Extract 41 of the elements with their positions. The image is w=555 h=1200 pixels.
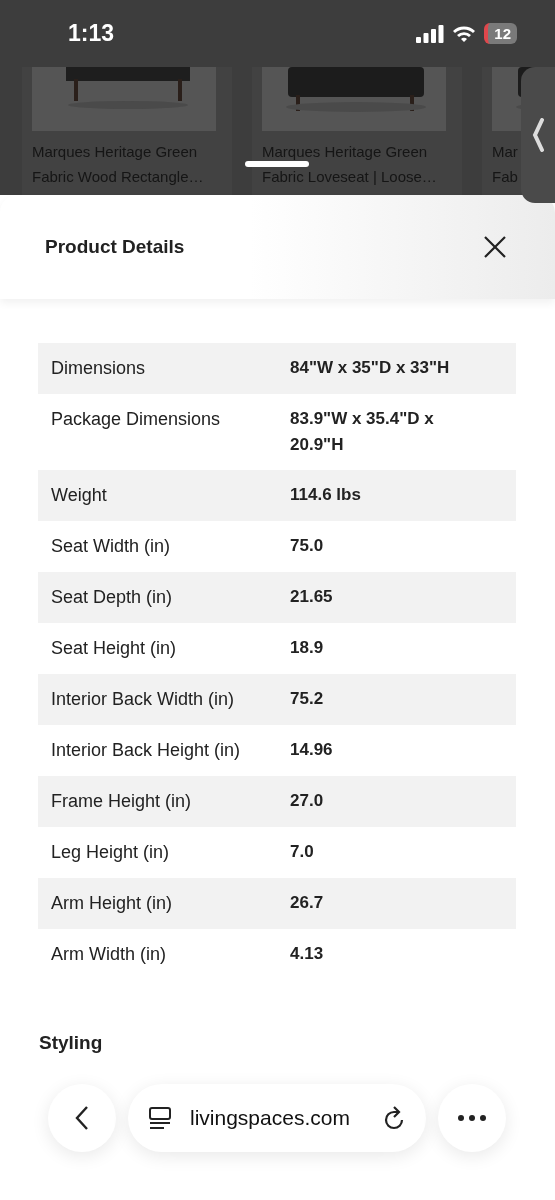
- section-heading: Styling: [39, 1032, 104, 1054]
- detail-value: 14.96: [290, 739, 334, 761]
- reload-button[interactable]: [382, 1105, 406, 1131]
- close-icon: [483, 235, 507, 259]
- detail-label: Arm Width (in): [51, 943, 167, 966]
- detail-value: 75.0: [290, 535, 325, 557]
- detail-label: Seat Width (in): [51, 535, 172, 558]
- chevron-left-icon: [75, 1105, 89, 1131]
- more-icon: [457, 1114, 487, 1122]
- detail-value: 84"W x 35"D x 33"H: [290, 357, 451, 379]
- detail-label: Seat Height (in): [51, 637, 178, 660]
- sheet-title: Product Details: [45, 236, 185, 258]
- close-button[interactable]: [483, 235, 507, 259]
- detail-value: 18.9: [290, 637, 325, 659]
- detail-label: Frame Height (in): [51, 790, 193, 813]
- status-time: 1:13: [68, 20, 115, 47]
- detail-value: 83.9"W x 35.4"D x 20.9"H: [290, 408, 435, 456]
- detail-label: Weight: [51, 484, 108, 507]
- url-text: livingspaces.com: [190, 1106, 351, 1130]
- detail-label: Seat Depth (in): [51, 586, 174, 609]
- detail-label: Arm Height (in): [51, 892, 174, 915]
- reload-icon: [382, 1105, 406, 1131]
- address-bar[interactable]: livingspaces.com: [128, 1084, 426, 1152]
- detail-value: 75.2: [290, 688, 325, 710]
- detail-value: 4.13: [290, 943, 325, 965]
- detail-label: Interior Back Height (in): [51, 739, 242, 762]
- detail-label: Package Dimensions: [51, 408, 222, 431]
- wifi-icon: [452, 24, 477, 43]
- signal-icon: [416, 24, 445, 43]
- detail-value: 7.0: [290, 841, 315, 863]
- detail-value: 27.0: [290, 790, 325, 812]
- reader-icon[interactable]: [148, 1106, 172, 1130]
- detail-label: Leg Height (in): [51, 841, 171, 864]
- detail-value: 26.7: [290, 892, 325, 914]
- drag-handle[interactable]: [245, 161, 309, 167]
- detail-value: 21.65: [290, 586, 334, 608]
- chevron-left-icon: [532, 118, 544, 152]
- battery-indicator: 12: [484, 23, 517, 44]
- detail-value: 114.6 lbs: [290, 484, 362, 506]
- detail-label: Dimensions: [51, 357, 147, 380]
- detail-label: Interior Back Width (in): [51, 688, 236, 711]
